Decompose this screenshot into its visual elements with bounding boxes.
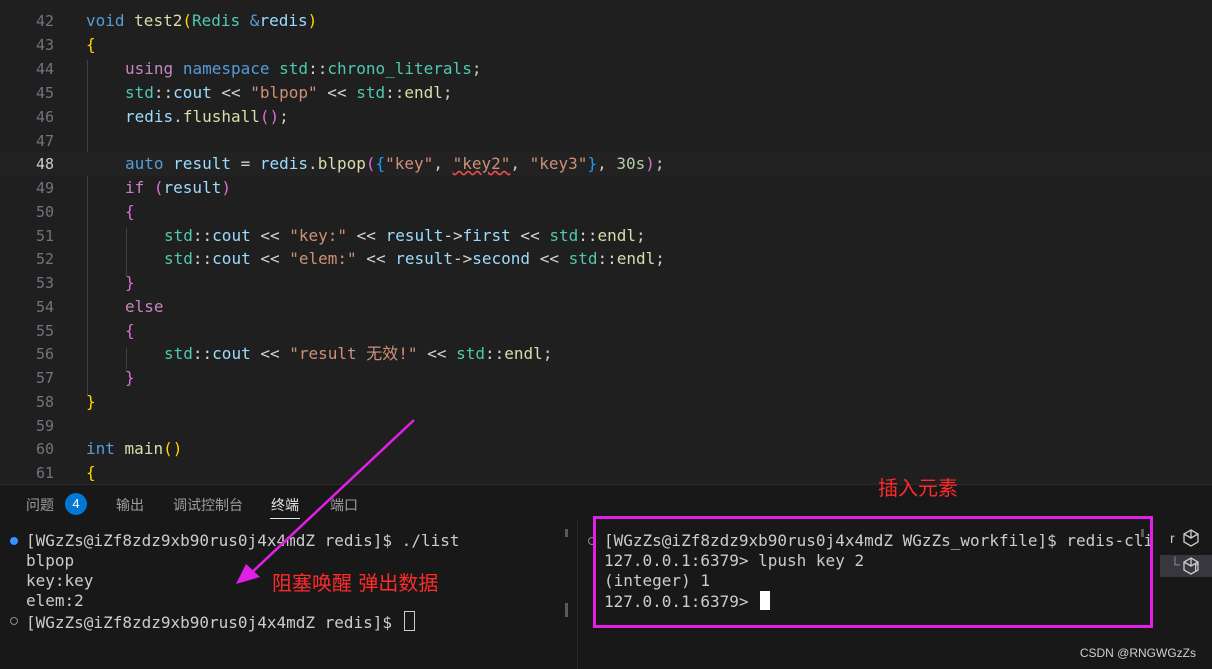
arrow-icon [236, 419, 415, 584]
watermark: CSDN @RNGWGzZs [1079, 646, 1196, 660]
